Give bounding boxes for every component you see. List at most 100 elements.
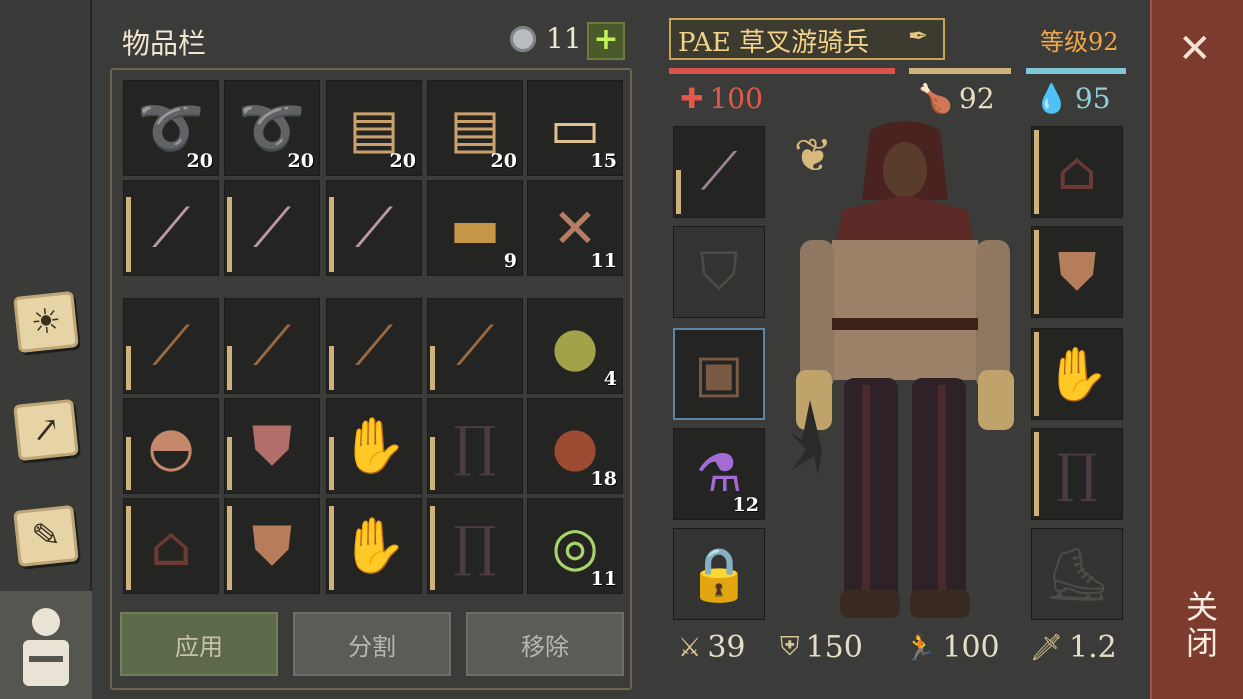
inventory-slot[interactable]: ◎ 11 [527, 498, 623, 594]
inventory-slot[interactable]: ● 4 [527, 298, 623, 394]
pants-icon: ∏ [453, 414, 497, 478]
split-button[interactable]: 分割 [293, 612, 451, 676]
pants-icon: ∏ [1056, 444, 1098, 504]
boots-icon: ⛸ [1043, 544, 1110, 605]
equipment-right-slot[interactable]: ⛸ [1031, 528, 1123, 620]
health-cross-icon: ✚ [680, 82, 704, 115]
equipment-right-slot[interactable]: ⌂ [1031, 126, 1123, 218]
equipment-left-slot[interactable]: ⛉ [673, 226, 765, 318]
hood-icon: ⌂ [150, 514, 192, 578]
item-quantity: 11 [590, 250, 617, 272]
close-label[interactable]: 关闭 [1177, 590, 1223, 662]
speed-value: 100 [942, 630, 1000, 665]
inventory-slot[interactable]: ⟋ [326, 298, 422, 394]
equipment-right-slot[interactable]: ∏ [1031, 428, 1123, 520]
item-quantity: 20 [490, 150, 517, 172]
map-tab-button[interactable]: ↗ [8, 392, 84, 468]
equipment-left-slot[interactable]: ▣ [673, 328, 765, 420]
quill-scroll-icon: ✎ [13, 505, 79, 567]
skills-tab-button[interactable]: ☀ [8, 284, 84, 360]
leather-gloves-icon: ✋ [1044, 344, 1110, 405]
item-quantity: 20 [287, 150, 314, 172]
apply-button[interactable]: 应用 [120, 612, 278, 676]
equipment-left-slot[interactable]: ⚗ 12 [673, 428, 765, 520]
inventory-slot[interactable]: ∏ [427, 398, 523, 494]
item-quantity: 15 [590, 150, 617, 172]
item-quantity: 12 [732, 494, 759, 516]
inventory-title: 物品栏 [122, 27, 207, 60]
close-icon[interactable]: ✕ [1178, 26, 1212, 72]
spiked-club-icon: ⟋ [355, 314, 393, 377]
character-name: PAE 草叉游骑兵 [678, 28, 870, 58]
inventory-slot[interactable]: ▤ 20 [427, 80, 523, 176]
attack-stat: ⚔ 39 [678, 630, 746, 665]
backpack-character-icon [23, 608, 69, 686]
spiked-club-icon: ⟋ [253, 314, 291, 377]
swift-sword-icon: 🗡 [1030, 632, 1064, 663]
mace-icon: ⟋ [700, 141, 738, 202]
gambeson-icon: ⛊ [1057, 241, 1097, 302]
inventory-slot[interactable]: ● 18 [527, 398, 623, 494]
defense-stat: ⛨ 150 [780, 630, 863, 665]
shield-icon: ⛉ [699, 241, 739, 302]
water-drop-icon: 💧 [1034, 82, 1069, 115]
inventory-slot[interactable]: ⟋ [123, 180, 219, 276]
journal-tab-button[interactable]: ✎ [8, 498, 84, 574]
hunger-bar [909, 68, 1011, 74]
inventory-slot[interactable]: ➰ 20 [224, 80, 320, 176]
inventory-slot[interactable]: ▤ 20 [326, 80, 422, 176]
sword-icon: ⟋ [152, 196, 190, 259]
add-currency-button[interactable]: + [587, 22, 625, 60]
attack-speed-value: 1.2 [1069, 630, 1117, 665]
character-model [792, 121, 1014, 618]
inventory-slot[interactable]: ▬ 9 [427, 180, 523, 276]
inventory-slot[interactable]: ▭ 15 [527, 80, 623, 176]
remove-button[interactable]: 移除 [466, 612, 624, 676]
inventory-slot[interactable]: ⟋ [123, 298, 219, 394]
attack-speed-stat: 🗡 1.2 [1030, 630, 1117, 665]
shield-defense-icon: ⛨ [780, 632, 800, 662]
inventory-slot[interactable]: ⛊ [224, 398, 320, 494]
item-quantity: 18 [590, 468, 617, 490]
inventory-slot[interactable]: ⟋ [224, 298, 320, 394]
inventory-tab-button[interactable] [0, 591, 92, 699]
inventory-slot[interactable]: ⟋ [224, 180, 320, 276]
inventory-slot[interactable]: ⟋ [326, 180, 422, 276]
item-quantity: 11 [590, 568, 617, 590]
running-speed-icon: 🏃 [904, 632, 937, 663]
inventory-slot[interactable]: ✋ [326, 398, 422, 494]
equipment-right-slot[interactable]: ⛊ [1031, 226, 1123, 318]
lock-icon: 🔒 [686, 544, 752, 605]
inventory-slot[interactable]: ➰ 20 [123, 80, 219, 176]
thirst-bar [1026, 68, 1126, 74]
chainmail-icon: ⛊ [251, 414, 293, 477]
sword-icon: ⟋ [355, 196, 393, 259]
chain-gloves-icon: ✋ [340, 414, 408, 477]
inventory-slot[interactable]: ✋ [326, 498, 422, 594]
equipment-left-slot[interactable]: ⟋ [673, 126, 765, 218]
thirst-value: 95 [1074, 82, 1111, 115]
sun-scroll-icon: ☀ [13, 291, 79, 353]
sword-attack-icon: ⚔ [678, 632, 702, 663]
left-nav-rail: ☀ ↗ ✎ [0, 0, 92, 699]
map-arrow-icon: ↗ [13, 399, 79, 461]
helmet-icon: ◓ [147, 414, 195, 478]
sword-icon: ⟋ [253, 196, 291, 259]
inventory-slot[interactable]: ◓ [123, 398, 219, 494]
rename-quill-icon[interactable]: ✒ [908, 22, 928, 50]
defense-value: 150 [805, 630, 863, 665]
item-quantity: 20 [186, 150, 213, 172]
equipment-right-slot[interactable]: ✋ [1031, 328, 1123, 420]
equipment-left-slot[interactable]: 🔒 [673, 528, 765, 620]
gambeson-icon: ⛊ [251, 514, 293, 577]
gem-icon [510, 26, 536, 52]
backpack-icon: ▣ [694, 344, 744, 404]
leather-gloves-icon: ✋ [340, 514, 408, 577]
inventory-slot[interactable]: ⌂ [123, 498, 219, 594]
inventory-slot[interactable]: ⟋ [427, 298, 523, 394]
gem-count: 11 [546, 22, 582, 55]
inventory-slot[interactable]: ∏ [427, 498, 523, 594]
inventory-slot[interactable]: ✕ 11 [527, 180, 623, 276]
character-level: 等级92 [1040, 28, 1119, 56]
inventory-slot[interactable]: ⛊ [224, 498, 320, 594]
